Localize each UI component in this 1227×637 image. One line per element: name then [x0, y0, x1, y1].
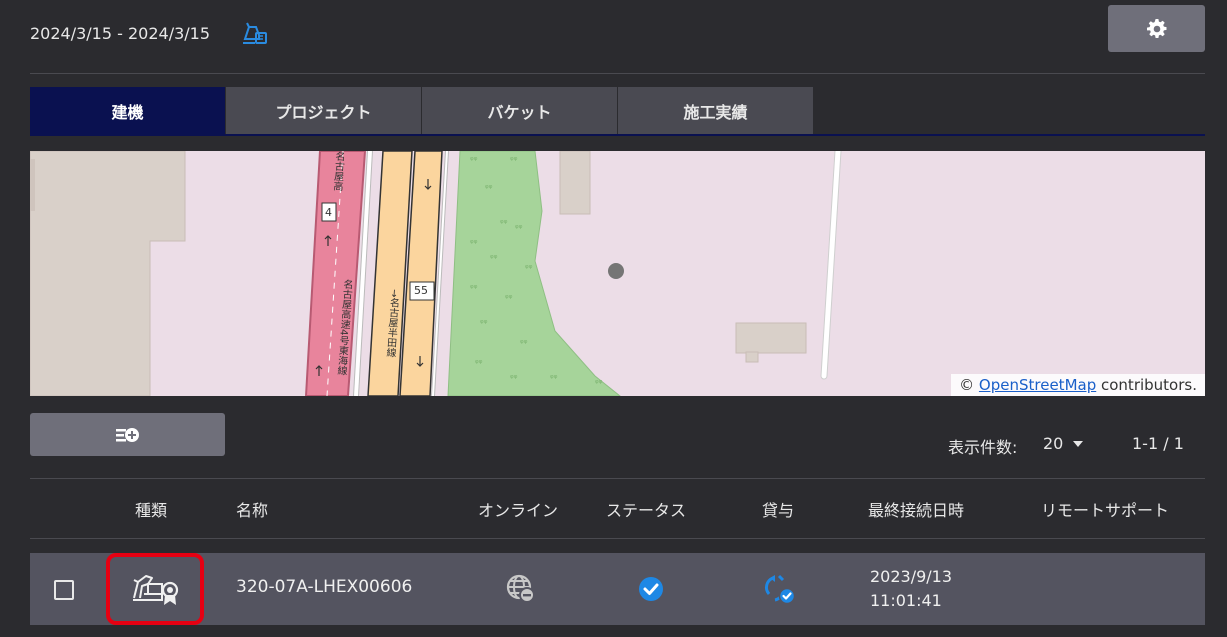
column-header-type[interactable]: 種類 [135, 497, 167, 521]
sync-check-icon [761, 572, 797, 606]
column-header-lending[interactable]: 貸与 [762, 497, 794, 521]
svg-text:ᵠᵠ: ᵠᵠ [595, 379, 603, 389]
list-add-icon [115, 427, 139, 442]
globe-offline-icon [505, 573, 537, 605]
svg-text:ᵠᵠ: ᵠᵠ [510, 374, 518, 384]
column-header-remote-support[interactable]: リモートサポート [1041, 497, 1169, 521]
tab-projects[interactable]: プロジェクト [226, 87, 422, 134]
svg-text:ᵠᵠ: ᵠᵠ [480, 319, 488, 329]
openstreetmap-link[interactable]: OpenStreetMap [979, 376, 1096, 394]
type-cell-highlight[interactable] [106, 553, 204, 625]
svg-text:ᵠᵠ: ᵠᵠ [500, 219, 508, 229]
svg-text:ᵠᵠ: ᵠᵠ [525, 264, 533, 274]
table-header-divider [30, 538, 1205, 539]
svg-text:ᵠᵠ: ᵠᵠ [470, 284, 478, 294]
svg-text:ᵠᵠ: ᵠᵠ [510, 156, 518, 166]
svg-text:ᵠᵠ: ᵠᵠ [475, 359, 483, 369]
tab-underline [30, 134, 1205, 136]
column-header-last-connection[interactable]: 最終接続日時 [868, 497, 964, 521]
svg-text:ᵠᵠ: ᵠᵠ [515, 224, 523, 234]
map-route-label-55: 55 [414, 284, 428, 297]
last-connection-time: 11:01:41 [870, 591, 942, 610]
date-range: 2024/3/15 - 2024/3/15 [30, 24, 211, 43]
machine-filter-icon[interactable] [242, 21, 268, 47]
per-page-label: 表示件数: [948, 438, 1018, 457]
caret-down-icon[interactable] [1073, 441, 1083, 447]
gear-icon [1146, 18, 1166, 38]
table-row[interactable]: 320-07A-LHEX00606 2023/9/13 11:01:41 [30, 553, 1205, 625]
attribution-suffix: contributors. [1096, 376, 1197, 394]
row-checkbox[interactable] [54, 580, 74, 600]
map-road-label-expressway-upper: 名古屋高 [330, 151, 345, 192]
attribution-prefix: © [959, 376, 979, 394]
check-circle-icon [637, 575, 665, 603]
tab-machines[interactable]: 建機 [30, 87, 226, 134]
svg-text:ᵠᵠ: ᵠᵠ [505, 294, 513, 304]
last-connection-date: 2023/9/13 [870, 567, 953, 586]
column-header-status[interactable]: ステータス [606, 497, 686, 521]
svg-text:ᵠᵠ: ᵠᵠ [470, 239, 478, 249]
header-divider [30, 73, 1205, 74]
page-range: 1-1 / 1 [1132, 434, 1184, 453]
per-page-select[interactable]: 20 [1043, 434, 1063, 453]
add-list-button[interactable] [30, 413, 225, 456]
map[interactable]: ᵠᵠ ᵠᵠ ᵠᵠ ᵠᵠ ᵠᵠ ᵠᵠ ᵠᵠ ᵠᵠ ᵠᵠ ᵠᵠ ᵠᵠ ᵠᵠ ᵠᵠ ᵠᵠ ᵠᵠ ᵠᵠ … [30, 151, 1205, 396]
map-attribution: © OpenStreetMap contributors. [951, 374, 1205, 396]
machine-name[interactable]: 320-07A-LHEX00606 [236, 577, 412, 597]
tab-buckets[interactable]: バケット [422, 87, 618, 134]
tab-bar: 建機 プロジェクト バケット 施工実績 [30, 87, 814, 134]
svg-text:ᵠᵠ: ᵠᵠ [470, 156, 478, 166]
svg-text:ᵠᵠ: ᵠᵠ [550, 374, 558, 384]
toolbar-divider [30, 478, 1205, 479]
svg-text:ᵠᵠ: ᵠᵠ [490, 254, 498, 264]
svg-text:ᵠᵠ: ᵠᵠ [520, 339, 528, 349]
excavator-certified-icon [133, 575, 179, 605]
map-route-label-4: 4 [325, 206, 332, 219]
settings-button[interactable] [1108, 5, 1205, 52]
column-header-online[interactable]: オンライン [478, 497, 558, 521]
svg-text:ᵠᵠ: ᵠᵠ [485, 184, 493, 194]
column-header-name[interactable]: 名称 [236, 497, 268, 521]
tab-construction-results[interactable]: 施工実績 [618, 87, 814, 134]
map-canvas: ᵠᵠ ᵠᵠ ᵠᵠᵠᵠ ᵠᵠᵠᵠ ᵠᵠᵠᵠ ᵠᵠᵠᵠ ᵠᵠᵠᵠ ᵠᵠᵠᵠ ᵠᵠ ᵠᵠ [30, 151, 1205, 396]
